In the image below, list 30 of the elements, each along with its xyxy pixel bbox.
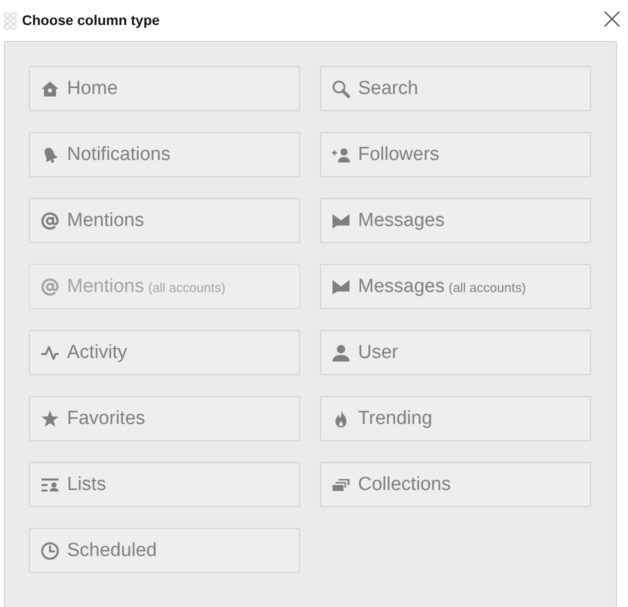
drag-handle-icon[interactable] [4,12,17,30]
column-type-button[interactable]: Followers [320,132,591,177]
close-icon [604,10,620,26]
at-sign-icon [41,278,59,296]
close-button[interactable] [602,8,622,28]
column-type-button[interactable]: Scheduled [29,528,300,573]
clock-icon [41,542,59,560]
list-person-icon [41,476,59,494]
pulse-icon [41,344,59,362]
column-type-button[interactable]: Search [320,66,591,111]
column-type-button[interactable]: Messages (all accounts) [320,264,591,309]
dialog-title: Choose column type [22,11,160,30]
column-type-button[interactable]: Lists [29,462,300,507]
envelope-icon [332,212,350,230]
column-type-button[interactable]: User [320,330,591,375]
column-type-button[interactable]: Trending [320,396,591,441]
add-person-icon [332,146,350,164]
column-type-button[interactable]: Mentions [29,198,300,243]
house-icon [41,80,59,98]
envelope-icon [332,278,350,296]
column-type-button[interactable]: Favorites [29,396,300,441]
column-type-button[interactable]: Collections [320,462,591,507]
search-icon [332,80,350,98]
at-sign-icon [41,212,59,230]
person-icon [332,344,350,362]
column-type-button[interactable]: Home [29,66,300,111]
column-type-button[interactable]: Messages [320,198,591,243]
column-type-button[interactable]: Notifications [29,132,300,177]
column-type-button[interactable]: Activity [29,330,300,375]
star-icon [41,410,59,428]
